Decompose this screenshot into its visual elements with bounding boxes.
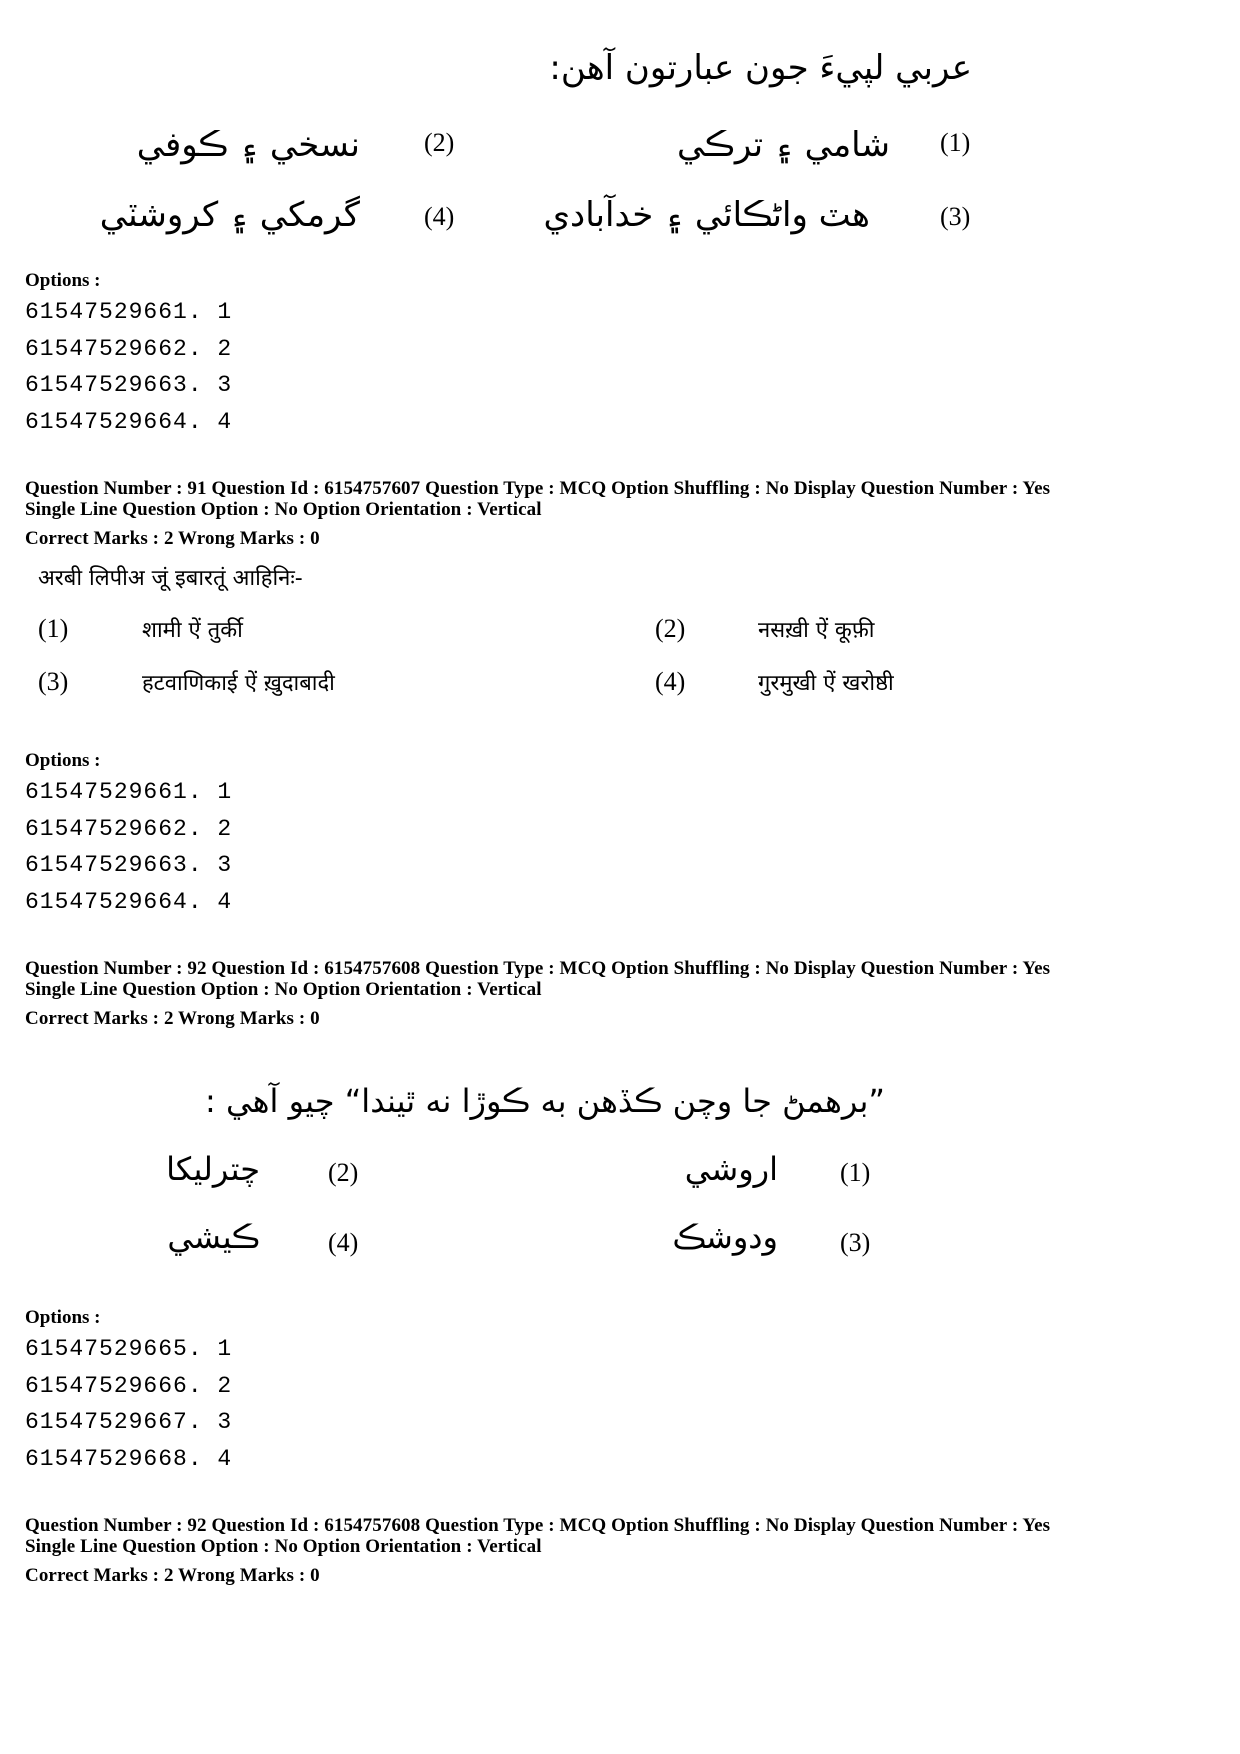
question-marks: Correct Marks : 2 Wrong Marks : 0 [25, 528, 320, 549]
question-meta-line-1: Question Number : 91 Question Id : 61547… [25, 478, 1051, 499]
question-meta-line-2: Single Line Question Option : No Option … [25, 499, 542, 520]
option-item: 61547529666. 2 [25, 1373, 233, 1399]
option-item: 61547529665. 1 [25, 1336, 233, 1362]
choice-text: اروشي [684, 1150, 778, 1188]
choice-text: شامي ۽ ترڪي [676, 125, 890, 165]
choice-number: (3) [38, 667, 69, 696]
choice-text: गुरमुखी ऐं खरोष्ठी [758, 671, 894, 696]
choice-number: (2) [655, 614, 686, 643]
question-meta-line-1: Question Number : 92 Question Id : 61547… [25, 1515, 1051, 1536]
option-item: 61547529663. 3 [25, 372, 233, 398]
choice-number: (4) [328, 1228, 359, 1257]
choice-number: (2) [424, 128, 455, 157]
option-item: 61547529664. 4 [25, 409, 233, 435]
choice-number: (3) [840, 1228, 871, 1257]
options-label: Options : [25, 270, 101, 291]
choice-number: (4) [655, 667, 686, 696]
choice-number: (3) [940, 202, 971, 231]
option-item: 61547529668. 4 [25, 1446, 233, 1472]
option-item: 61547529664. 4 [25, 889, 233, 915]
question-text-hindi: अरबी लिपीअ जूं इबारतूं आहिनिः- [38, 566, 303, 591]
choice-number: (1) [840, 1158, 871, 1187]
question-meta-line-1: Question Number : 92 Question Id : 61547… [25, 958, 1051, 979]
choice-text: ودوشڪ [672, 1218, 778, 1256]
choice-number: (1) [38, 614, 69, 643]
option-item: 61547529667. 3 [25, 1409, 233, 1435]
choice-text: शामी ऐं तुर्की [142, 618, 243, 643]
question-text-sindhi: ”برهمڻ جا وچن ڪڏهن به ڪوڙا نه ٿيندا“ چيو… [205, 1082, 885, 1120]
choice-number: (2) [328, 1158, 359, 1187]
choice-number: (4) [424, 202, 455, 231]
option-item: 61547529662. 2 [25, 816, 233, 842]
choice-text: ڪيشي [167, 1218, 260, 1256]
options-label: Options : [25, 750, 101, 771]
question-marks: Correct Marks : 2 Wrong Marks : 0 [25, 1565, 320, 1586]
option-item: 61547529661. 1 [25, 779, 233, 805]
question-meta-line-2: Single Line Question Option : No Option … [25, 979, 542, 1000]
question-text-sindhi: عربي لپيءَ جون عبارتون آهن: [549, 48, 972, 88]
choice-text: हटवाणिकाई ऐं ख़ुदाबादी [142, 671, 335, 696]
option-item: 61547529661. 1 [25, 299, 233, 325]
question-marks: Correct Marks : 2 Wrong Marks : 0 [25, 1008, 320, 1029]
choice-text: نسخي ۽ ڪوفي [136, 125, 360, 165]
option-item: 61547529663. 3 [25, 852, 233, 878]
choice-number: (1) [940, 128, 971, 157]
option-item: 61547529662. 2 [25, 336, 233, 362]
choice-text: هٽ واڻڪائي ۽ خدآبادي [543, 195, 870, 235]
choice-text: چترليکا [166, 1150, 260, 1188]
question-meta-line-2: Single Line Question Option : No Option … [25, 1536, 542, 1557]
options-label: Options : [25, 1307, 101, 1328]
choice-text: گرمکي ۽ کروشٽي [99, 195, 360, 235]
choice-text: नसख़ी ऐं कूफ़ी [758, 618, 875, 643]
